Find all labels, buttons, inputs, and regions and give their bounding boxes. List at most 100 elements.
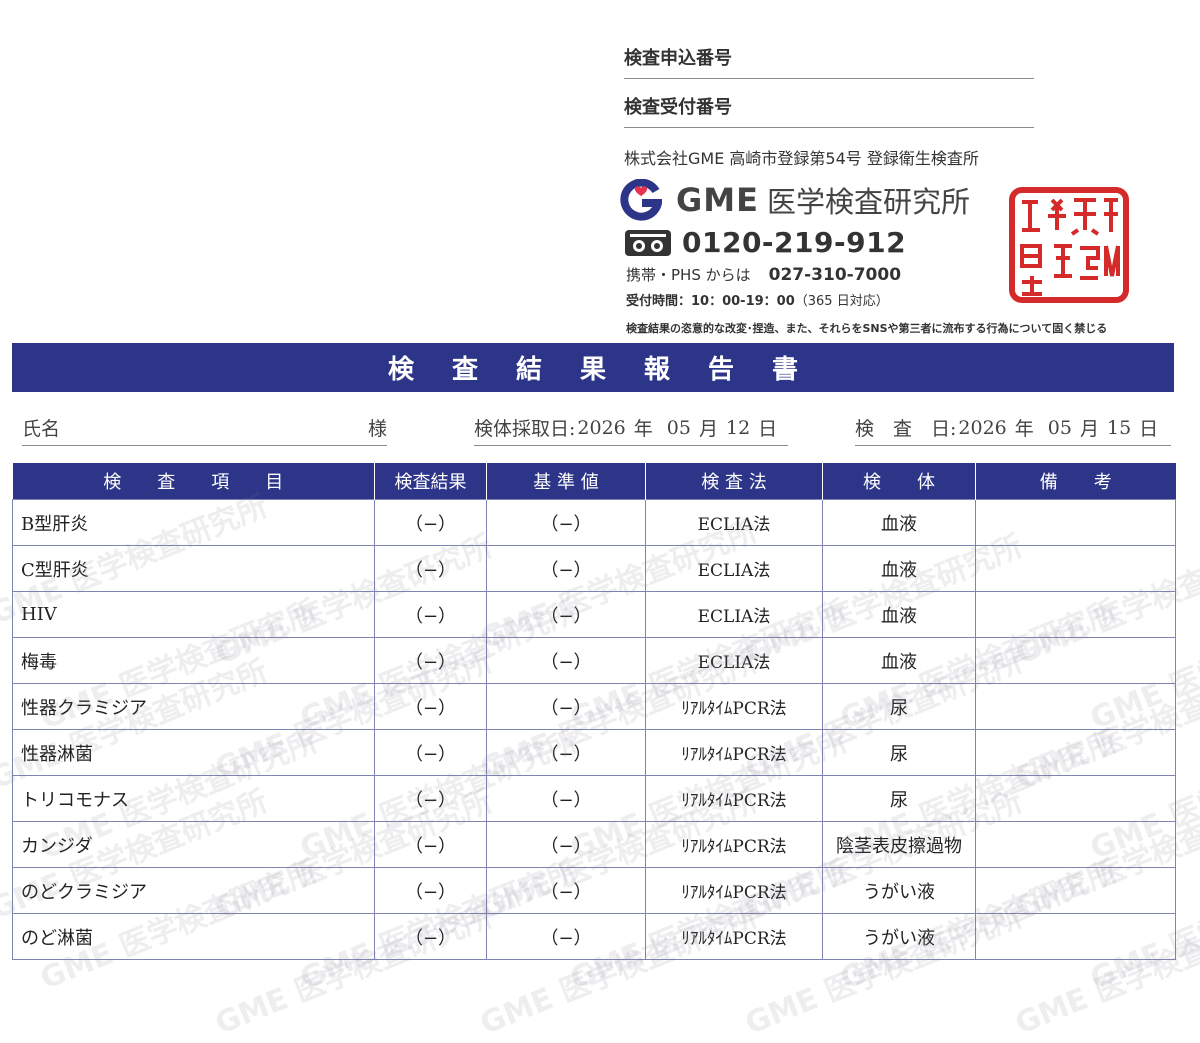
specimen-cell: 尿 xyxy=(822,775,976,822)
reference-cell: （−） xyxy=(486,821,646,868)
year-unit: 年 xyxy=(633,418,653,440)
reference-cell: （−） xyxy=(486,637,646,684)
specimen-cell: 尿 xyxy=(822,683,976,730)
day-unit: 日 xyxy=(758,418,778,440)
remarks-cell xyxy=(975,637,1176,684)
collection-day: 12 xyxy=(725,416,751,439)
specimen-cell: 血液 xyxy=(822,637,976,684)
result-cell: （−） xyxy=(374,591,487,638)
result-cell: （−） xyxy=(374,545,487,592)
exam-date-label: 検 査 日: xyxy=(855,418,957,440)
day-unit: 日 xyxy=(1139,418,1159,440)
method-cell: ECLIA法 xyxy=(645,499,823,546)
reference-cell: （−） xyxy=(486,545,646,592)
patient-name-field: 氏名 様 xyxy=(22,410,387,446)
gme-logo-icon xyxy=(620,179,662,221)
remarks-cell xyxy=(975,729,1176,776)
result-cell: （−） xyxy=(374,913,487,960)
result-cell: （−） xyxy=(374,775,487,822)
logo-text: GME xyxy=(676,181,759,219)
table-header-row: 検 査 項 目 検査結果 基 準 値 検 査 法 検 体 備 考 xyxy=(12,463,1176,500)
table-row: HIV （−） （−） ECLIA法 血液 xyxy=(12,591,1176,638)
hours-label: 受付時間：10：00-19：00 xyxy=(626,294,795,309)
method-cell: ﾘｱﾙﾀｲﾑPCR法 xyxy=(645,729,823,776)
company-logo: GME 医学検査研究所 xyxy=(620,178,970,222)
table-row: 性器淋菌 （−） （−） ﾘｱﾙﾀｲﾑPCR法尿 xyxy=(12,729,1176,776)
table-row: B型肝炎 （−） （−） ECLIA法 血液 xyxy=(12,499,1176,546)
remarks-cell xyxy=(975,867,1176,914)
exam-year: 2026 xyxy=(958,416,1007,439)
method-cell: ECLIA法 xyxy=(645,545,823,592)
column-header-specimen: 検 体 xyxy=(822,463,976,500)
table-row: のどクラミジア （−） （−） ﾘｱﾙﾀｲﾑPCR法 うがい液 xyxy=(12,867,1176,914)
month-unit: 月 xyxy=(1079,418,1099,440)
report-title-banner: 検査結果報告書 xyxy=(12,343,1174,392)
table-row: トリコモナス （−） （−） ﾘｱﾙﾀｲﾑPCR法尿 xyxy=(12,775,1176,822)
results-table-body: B型肝炎 （−） （−） ECLIA法 血液 C型肝炎 （−） （−） ECLIA法 血液 HIV （… xyxy=(12,499,1176,960)
reference-cell: （−） xyxy=(486,867,646,914)
remarks-cell xyxy=(975,821,1176,868)
remarks-cell xyxy=(975,499,1176,546)
table-row: のど淋菌 （−） （−） ﾘｱﾙﾀｲﾑPCR法 うがい液 xyxy=(12,913,1176,960)
reference-cell: （−） xyxy=(486,913,646,960)
free-dial-icon xyxy=(625,229,671,256)
specimen-cell: うがい液 xyxy=(822,867,976,914)
method-cell: ﾘｱﾙﾀｲﾑPCR法 xyxy=(645,913,823,960)
test-item-cell: 梅毒 xyxy=(12,637,375,684)
exam-month: 05 xyxy=(1047,416,1072,439)
collection-month: 05 xyxy=(666,416,691,439)
table-row: 梅毒 （−） （−） ECLIA法 血液 xyxy=(12,637,1176,684)
result-cell: （−） xyxy=(374,867,487,914)
reference-cell: （−） xyxy=(486,683,646,730)
remarks-cell xyxy=(975,683,1176,730)
hours-note: （365 日対応） xyxy=(794,294,889,309)
test-item-cell: 性器クラミジア xyxy=(12,683,375,730)
table-row: カンジダ （−） （−） ﾘｱﾙﾀｲﾑPCR法 陰茎表皮擦過物 xyxy=(12,821,1176,868)
test-item-cell: C型肝炎 xyxy=(12,545,375,592)
reference-cell: （−） xyxy=(486,591,646,638)
results-table: 検 査 項 目 検査結果 基 準 値 検 査 法 検 体 備 考 B型肝炎 （−）… xyxy=(12,463,1176,960)
remarks-cell xyxy=(975,913,1176,960)
free-dial-number: 0120-219-912 xyxy=(682,226,907,259)
method-cell: ﾘｱﾙﾀｲﾑPCR法 xyxy=(645,867,823,914)
mobile-contact: 携帯・PHS からは 027-310-7000 xyxy=(626,264,901,285)
method-cell: ECLIA法 xyxy=(645,591,823,638)
company-seal-stamp xyxy=(1009,187,1129,303)
column-header-remarks: 備 考 xyxy=(975,463,1176,500)
test-item-cell: トリコモナス xyxy=(12,775,375,822)
collection-date-field: 検体採取日: 2026 年 05 月 12 日 xyxy=(474,410,788,446)
honorific: 様 xyxy=(367,418,387,440)
specimen-cell: 血液 xyxy=(822,591,976,638)
table-row: 性器クラミジア （−） （−） ﾘｱﾙﾀｲﾑPCR法尿 xyxy=(12,683,1176,730)
remarks-cell xyxy=(975,545,1176,592)
specimen-cell: 尿 xyxy=(822,729,976,776)
column-header-reference: 基 準 値 xyxy=(486,463,646,500)
mobile-label: 携帯・PHS からは xyxy=(626,266,751,284)
free-dial: 0120-219-912 xyxy=(624,226,906,259)
reception-hours: 受付時間：10：00-19：00（365 日対応） xyxy=(626,290,889,309)
result-cell: （−） xyxy=(374,821,487,868)
test-item-cell: カンジダ xyxy=(12,821,375,868)
mobile-number: 027-310-7000 xyxy=(768,265,902,285)
remarks-cell xyxy=(975,591,1176,638)
exam-date-field: 検 査 日: 2026 年 05 月 15 日 xyxy=(855,410,1171,446)
method-cell: ﾘｱﾙﾀｲﾑPCR法 xyxy=(645,683,823,730)
usage-warning: 検査結果の恣意的な改変･捏造、また、それらをSNSや第三者に流布する行為について… xyxy=(626,322,1108,335)
column-header-result: 検査結果 xyxy=(374,463,487,500)
method-cell: ﾘｱﾙﾀｲﾑPCR法 xyxy=(645,821,823,868)
lab-name: 医学検査研究所 xyxy=(766,185,970,219)
method-cell: ECLIA法 xyxy=(645,637,823,684)
application-number-label: 検査申込番号 xyxy=(624,48,732,69)
reference-cell: （−） xyxy=(486,729,646,776)
specimen-cell: 血液 xyxy=(822,545,976,592)
year-unit: 年 xyxy=(1014,418,1034,440)
result-cell: （−） xyxy=(374,683,487,730)
method-cell: ﾘｱﾙﾀｲﾑPCR法 xyxy=(645,775,823,822)
reference-cell: （−） xyxy=(486,775,646,822)
test-item-cell: 性器淋菌 xyxy=(12,729,375,776)
specimen-cell: 血液 xyxy=(822,499,976,546)
name-label: 氏名 xyxy=(22,418,61,440)
result-cell: （−） xyxy=(374,729,487,776)
column-header-method: 検 査 法 xyxy=(645,463,823,500)
report-title: 検査結果報告書 xyxy=(387,355,836,385)
